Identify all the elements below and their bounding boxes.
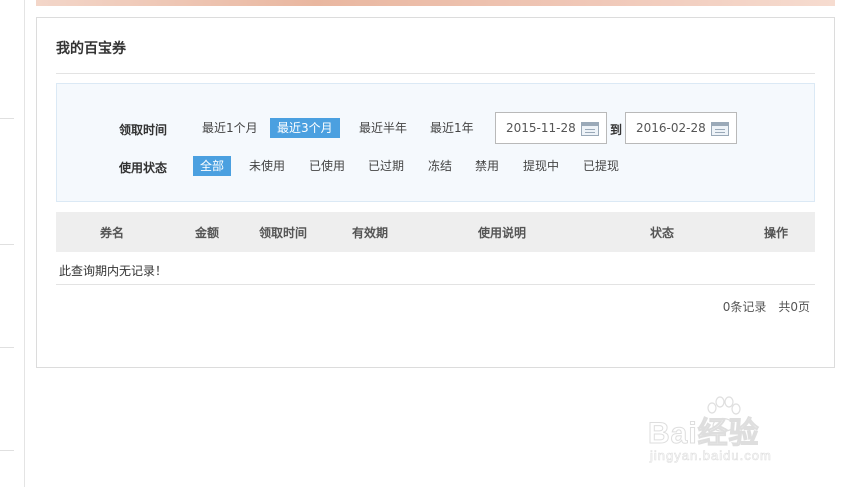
- table-divider: [56, 284, 815, 285]
- status-disabled[interactable]: 禁用: [468, 156, 506, 176]
- status-frozen[interactable]: 冻结: [421, 156, 459, 176]
- left-sidebar: [0, 0, 25, 487]
- column-header-coupon-name: 券名: [100, 226, 125, 240]
- page-count: 共0页: [778, 300, 810, 314]
- receive-time-label: 领取时间: [119, 123, 168, 137]
- calendar-icon[interactable]: [581, 122, 599, 136]
- column-header-receive-time: 领取时间: [259, 226, 308, 240]
- pagination-summary: 0条记录 共0页: [723, 298, 810, 315]
- column-header-usage-notes: 使用说明: [478, 226, 527, 240]
- date-range-separator: 到: [610, 123, 623, 137]
- date-to-value: 2016-02-28: [636, 121, 706, 135]
- table-header: 券名 金额 领取时间 有效期 使用说明 状态 操作: [56, 212, 815, 252]
- title-divider: [56, 73, 815, 74]
- option-last-1-month[interactable]: 最近1个月: [195, 118, 265, 138]
- option-last-1-year[interactable]: 最近1年: [423, 118, 481, 138]
- page-title: 我的百宝券: [56, 41, 126, 57]
- status-withdrawn[interactable]: 已提现: [576, 156, 626, 176]
- column-header-status: 状态: [650, 226, 675, 240]
- calendar-icon[interactable]: [711, 122, 729, 136]
- status-all[interactable]: 全部: [193, 156, 232, 176]
- column-header-validity: 有效期: [352, 226, 389, 240]
- status-unused[interactable]: 未使用: [242, 156, 292, 176]
- date-from-value: 2015-11-28: [506, 121, 576, 135]
- use-status-label: 使用状态: [119, 161, 168, 175]
- filter-box: 领取时间 最近1个月 最近3个月 最近半年 最近1年 2015-11-28 到 …: [56, 83, 815, 202]
- date-from-field[interactable]: 2015-11-28: [495, 112, 607, 144]
- column-header-actions: 操作: [764, 226, 789, 240]
- option-last-3-months[interactable]: 最近3个月: [270, 118, 340, 138]
- top-banner: [36, 0, 835, 6]
- status-used[interactable]: 已使用: [302, 156, 352, 176]
- sidebar-divider: [0, 244, 14, 245]
- status-expired[interactable]: 已过期: [361, 156, 411, 176]
- record-count: 0条记录: [722, 300, 767, 314]
- status-withdrawing[interactable]: 提现中: [516, 156, 566, 176]
- coupon-panel: 我的百宝券 领取时间 最近1个月 最近3个月 最近半年 最近1年 2015-11…: [36, 17, 835, 368]
- watermark-url: jingyan.baidu.com: [650, 448, 772, 464]
- date-to-field[interactable]: 2016-02-28: [625, 112, 737, 144]
- watermark-brand: Bai经验: [648, 417, 760, 451]
- watermark: Bai经验 jingyan.baidu.com: [648, 396, 828, 468]
- column-header-amount: 金额: [195, 226, 220, 240]
- option-last-half-year[interactable]: 最近半年: [352, 118, 414, 138]
- sidebar-divider: [0, 347, 14, 348]
- sidebar-divider: [0, 118, 14, 119]
- empty-state-message: 此查询期内无记录！: [59, 264, 168, 278]
- sidebar-divider: [0, 450, 14, 451]
